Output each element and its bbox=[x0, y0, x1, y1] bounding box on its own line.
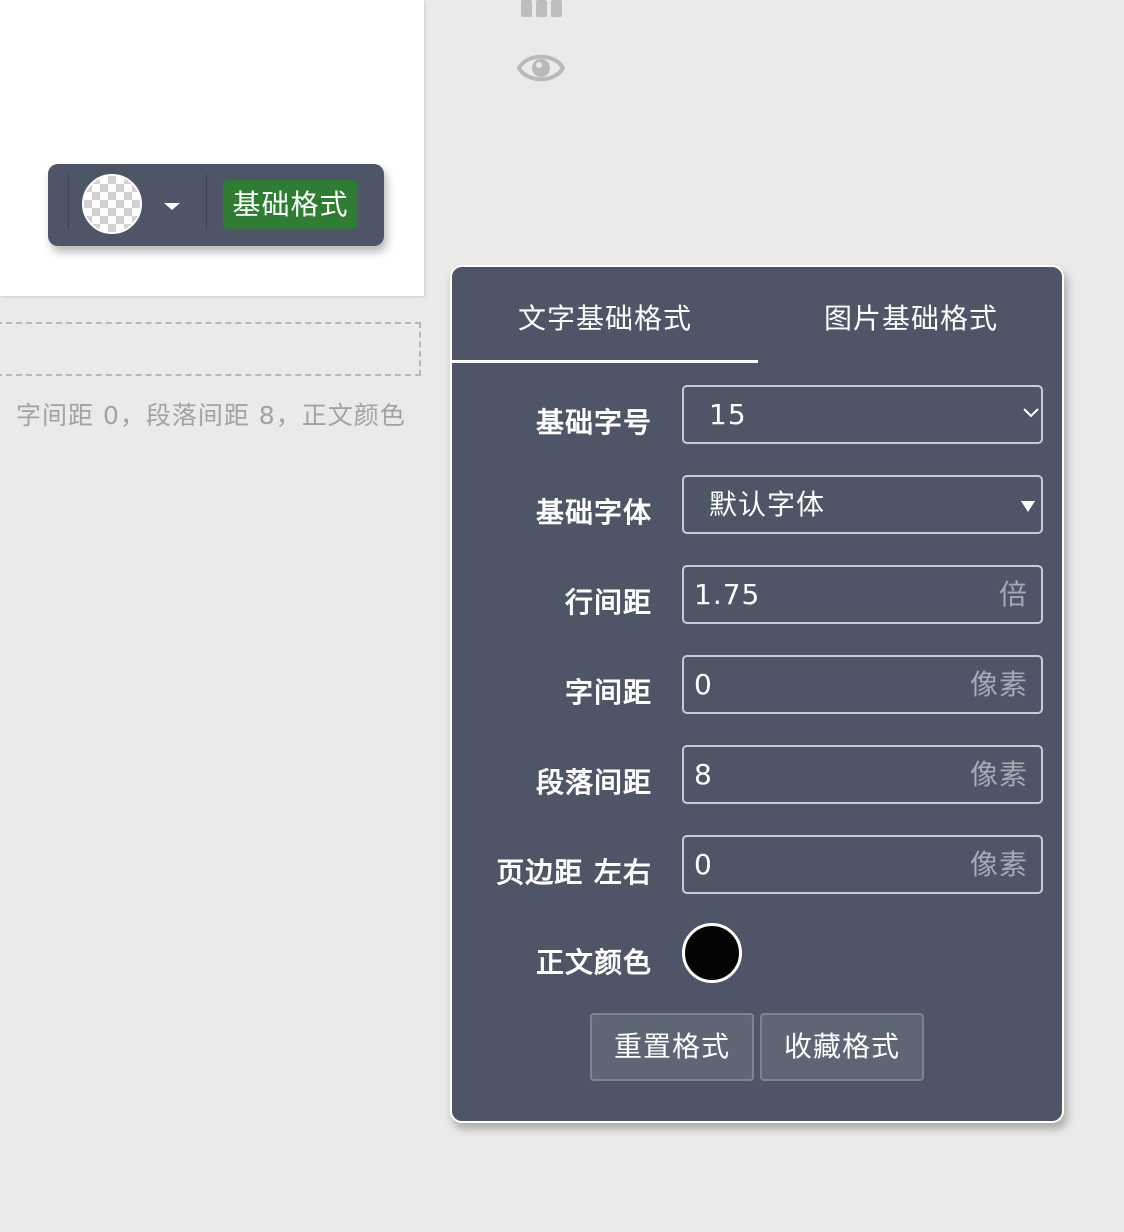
tab-image-basic-format[interactable]: 图片基础格式 bbox=[758, 267, 1064, 363]
format-mini-toolbar: 基础格式 bbox=[48, 164, 384, 246]
dashed-placeholder-block[interactable] bbox=[0, 322, 421, 376]
paragraph-spacing-unit: 像素 bbox=[969, 758, 1028, 791]
line-height-label: 行间距 bbox=[564, 586, 652, 619]
font-family-label: 基础字体 bbox=[535, 496, 652, 529]
page-margin-input[interactable]: 0 像素 bbox=[682, 835, 1043, 894]
active-tab-indicator bbox=[452, 360, 758, 363]
background-color-swatch[interactable] bbox=[82, 174, 142, 234]
basic-format-button[interactable]: 基础格式 bbox=[223, 180, 358, 229]
letter-spacing-value: 0 bbox=[694, 668, 713, 701]
dropdown-triangle-icon bbox=[1021, 501, 1035, 512]
font-family-value: 默认字体 bbox=[709, 488, 826, 521]
letter-spacing-unit: 像素 bbox=[969, 668, 1028, 701]
body-color-label: 正文颜色 bbox=[535, 946, 652, 979]
paragraph-spacing-value: 8 bbox=[694, 758, 713, 791]
page-margin-unit: 像素 bbox=[969, 848, 1028, 881]
line-height-value: 1.75 bbox=[694, 578, 761, 611]
chevron-down-icon bbox=[1023, 408, 1039, 418]
page-margin-label: 页边距 左右 bbox=[496, 856, 652, 889]
save-format-button[interactable]: 收藏格式 bbox=[760, 1013, 924, 1081]
letter-spacing-label: 字间距 bbox=[564, 676, 652, 709]
page-margin-value: 0 bbox=[694, 848, 713, 881]
paragraph-spacing-input[interactable]: 8 像素 bbox=[682, 745, 1043, 804]
editor-canvas bbox=[0, 0, 424, 296]
font-size-label: 基础字号 bbox=[535, 406, 652, 439]
reset-format-button[interactable]: 重置格式 bbox=[590, 1013, 754, 1081]
line-height-unit: 倍 bbox=[998, 578, 1028, 611]
font-size-value: 15 bbox=[709, 398, 747, 431]
letter-spacing-input[interactable]: 0 像素 bbox=[682, 655, 1043, 714]
line-height-input[interactable]: 1.75 倍 bbox=[682, 565, 1043, 624]
basic-format-panel: 文字基础格式 图片基础格式 基础字号 15 基础字体 默认字体 行间距 1.75… bbox=[450, 265, 1064, 1123]
body-color-picker[interactable] bbox=[682, 923, 742, 983]
toolbar-divider bbox=[206, 174, 207, 230]
format-summary-text: 字间距 0，段落间距 8，正文颜色 bbox=[16, 401, 406, 430]
caret-down-icon[interactable] bbox=[164, 203, 180, 210]
font-size-select[interactable]: 15 bbox=[682, 385, 1043, 444]
font-family-select[interactable]: 默认字体 bbox=[682, 475, 1043, 534]
paragraph-spacing-label: 段落间距 bbox=[535, 766, 652, 799]
eye-icon[interactable] bbox=[516, 48, 566, 88]
tab-text-basic-format[interactable]: 文字基础格式 bbox=[452, 267, 758, 363]
bar-chart-icon[interactable] bbox=[521, 0, 565, 18]
toolbar-divider bbox=[68, 174, 69, 230]
